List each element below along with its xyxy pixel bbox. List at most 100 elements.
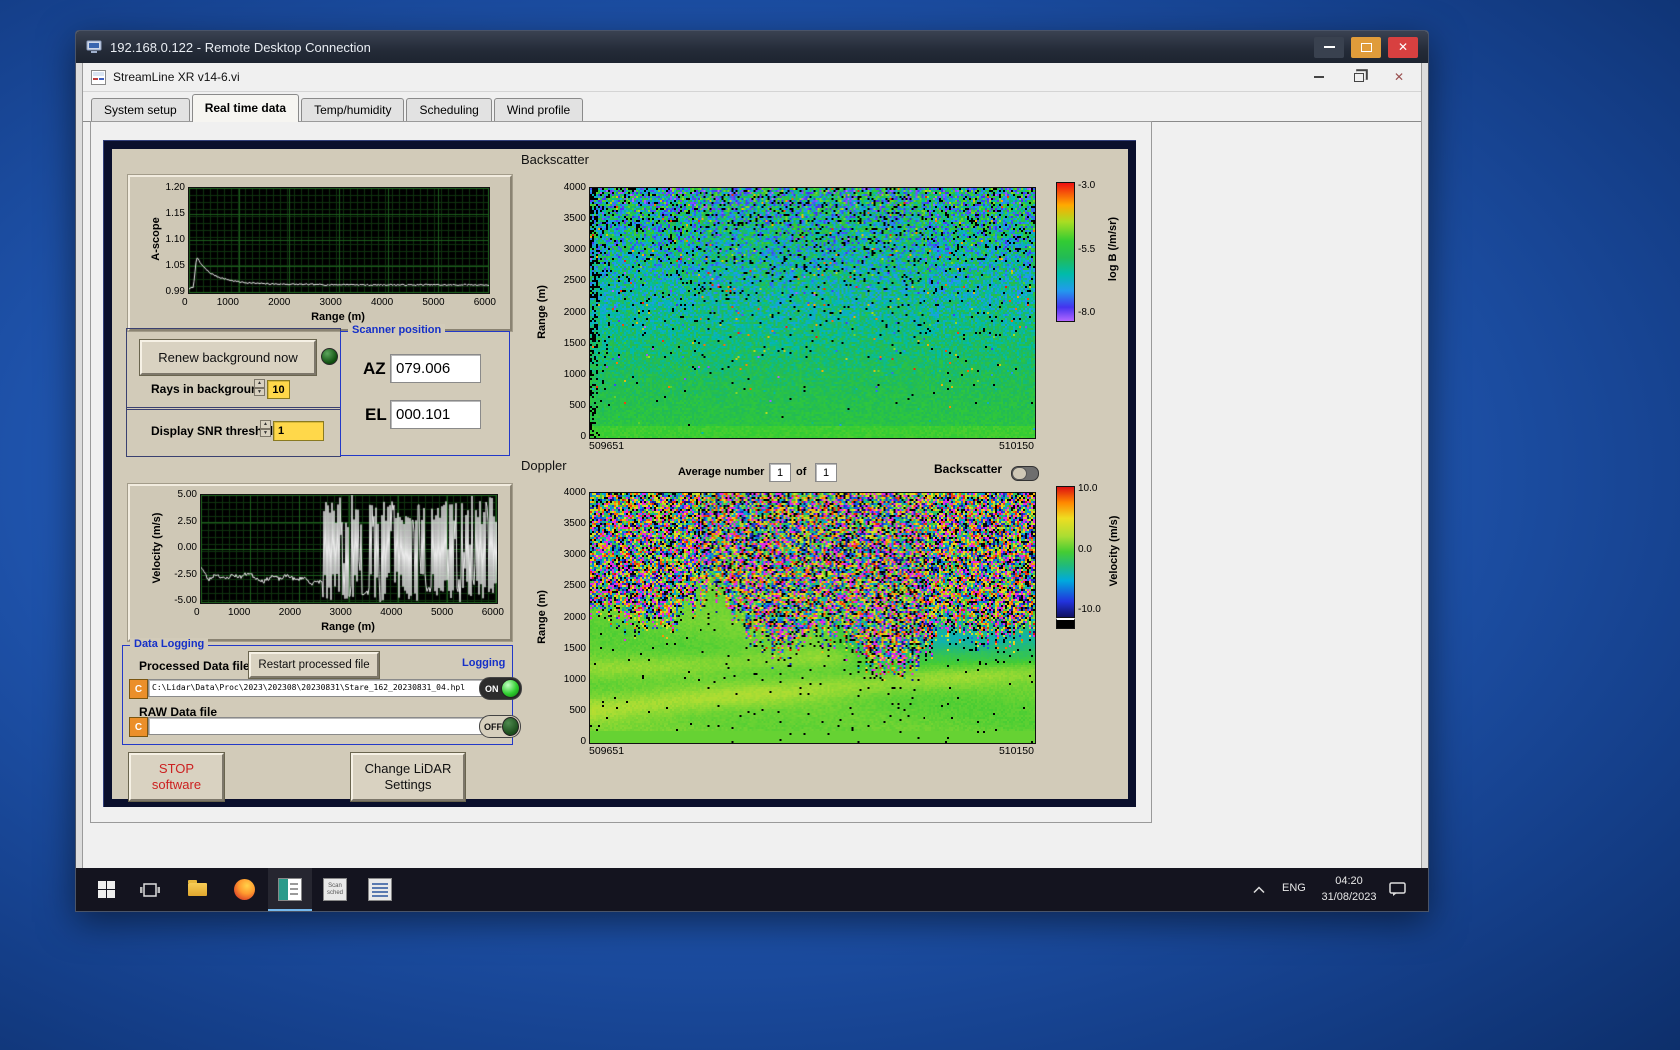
tick-label: 2000 [563,306,586,318]
app-minimize-button[interactable] [1305,67,1333,87]
rdp-window-controls [1307,36,1418,58]
taskbar: Scan sched ENG 04:20 31/08/2023 [76,868,1428,911]
folder-icon [187,880,207,896]
spinner-down-icon[interactable] [254,387,265,396]
rays-spinner [254,379,265,396]
text-editor-button[interactable] [358,868,402,911]
backscatter-colorbar [1056,182,1075,322]
processed-path-browse-button[interactable]: C [129,679,148,699]
processed-logging-toggle[interactable]: ON [479,677,522,700]
rdp-minimize-button[interactable] [1314,36,1344,58]
scan-schedule-button[interactable]: Scan sched [313,868,357,911]
backscatter-ylabel: Range (m) [536,285,548,339]
average-number-field[interactable]: 1 [769,463,791,482]
tick-label: 1.05 [165,260,185,271]
backscatter-yticks: 4000 3500 3000 2500 2000 1500 1000 500 0 [548,182,586,442]
tick-label: -8.0 [1078,307,1096,318]
ascope-xticks: 0 1000 2000 3000 4000 5000 6000 [182,297,496,308]
renew-background-led-icon [321,348,338,365]
restart-processed-file-button[interactable]: Restart processed file [249,652,379,678]
snr-threshold-field[interactable]: 1 [273,421,324,441]
tick-label: 5000 [422,297,445,308]
change-lidar-settings-button[interactable]: Change LiDAR Settings [351,753,465,801]
tick-label: 5.00 [177,489,197,500]
lidar-panel: A-scope 1.20 1.15 1.10 1.05 0.99 0 1000 2000 30… [112,149,1128,801]
tray-show-hidden-button[interactable] [1244,868,1274,911]
tab-wind-profile[interactable]: Wind profile [493,98,584,122]
tick-label: 6000 [481,607,504,618]
velocity-xticks: 0 1000 2000 3000 4000 5000 6000 [194,607,504,618]
rdp-titlebar[interactable]: 192.168.0.122 - Remote Desktop Connectio… [76,31,1428,63]
tab-system-setup[interactable]: System setup [91,98,190,122]
backscatter-x-start: 509651 [589,440,625,452]
renew-background-button[interactable]: Renew background now [140,340,316,375]
doppler-ylabel: Range (m) [536,590,548,644]
tab-scheduling[interactable]: Scheduling [406,98,492,122]
spinner-down-icon[interactable] [260,428,271,437]
average-total-field[interactable]: 1 [815,463,837,482]
stop-line1: STOP [158,761,195,776]
stop-software-button[interactable]: STOP software [129,753,224,801]
start-button[interactable] [84,868,128,911]
rdp-maximize-button[interactable] [1351,36,1381,58]
rays-in-background-field[interactable]: 10 [267,380,290,399]
tick-label: 3000 [563,244,586,256]
tick-label: 2500 [563,275,586,287]
tick-label: 1.10 [165,234,185,245]
tick-label: 4000 [380,607,403,618]
el-field[interactable]: 000.101 [390,400,481,429]
backscatter-toggle[interactable] [1011,466,1039,481]
raw-path-field[interactable] [148,717,484,735]
tick-label: 1000 [563,368,586,380]
app-restore-button[interactable] [1345,67,1373,87]
data-logging-title: Data Logging [130,638,209,650]
streamline-app-button[interactable] [268,868,312,911]
spinner-up-icon[interactable] [260,420,271,429]
raw-logging-state: OFF [484,721,502,732]
backscatter-heatmap [589,187,1036,439]
tick-label: 4000 [370,297,394,308]
rdp-title: 192.168.0.122 - Remote Desktop Connectio… [110,39,371,55]
backscatter-title: Backscatter [521,152,589,167]
change-line1: Change LiDAR [364,761,452,776]
scanner-position-title: Scanner position [348,324,446,336]
task-view-button[interactable] [128,868,172,911]
tab-temp-humidity[interactable]: Temp/humidity [301,98,405,122]
file-explorer-button[interactable] [175,868,219,911]
data-logging-group: Data Logging Processed Data file Restart… [122,638,522,745]
doppler-x-end: 510150 [998,745,1034,757]
app-titlebar[interactable]: StreamLine XR v14-6.vi [83,63,1421,92]
ascope-graph-frame: A-scope 1.20 1.15 1.10 1.05 0.99 0 1000 2000 30… [128,175,512,331]
firefox-button[interactable] [222,868,266,911]
chevron-up-icon [1253,885,1265,893]
ascope-yticks: 1.20 1.15 1.10 1.05 0.99 [148,182,185,297]
processed-path-field[interactable]: C:\Lidar\Data\Proc\2023\202308\20230831\… [148,679,484,697]
snr-control-box: Display SNR threshold 1 [126,407,341,457]
tick-label: 500 [569,399,586,411]
logging-label: Logging [462,657,506,669]
doppler-title: Doppler [521,458,567,473]
tray-language[interactable]: ENG [1282,882,1306,894]
doppler-colorbar-label: Velocity (m/s) [1108,515,1120,587]
action-center-button[interactable] [1378,868,1416,911]
doppler-x-start: 509651 [589,745,625,757]
raw-path-browse-button[interactable]: C [129,717,148,737]
tab-real-time-data[interactable]: Real time data [191,94,300,122]
app-close-button[interactable] [1385,67,1413,87]
backscatter-toggle-label: Backscatter [934,462,1003,476]
raw-logging-toggle[interactable]: OFF [479,715,521,738]
ascope-xlabel: Range (m) [311,311,365,323]
tick-label: 0.0 [1078,543,1092,555]
rdp-close-button[interactable] [1388,36,1418,58]
backscatter-colorbar-ticks: -3.0 -5.5 -8.0 [1078,180,1108,318]
rdp-computer-icon [86,40,102,53]
tick-label: 2.50 [177,515,197,527]
tick-label: 0 [182,297,188,308]
doppler-colorbar-undercolor [1056,618,1075,629]
scan-schedule-icon: Scan sched [323,878,347,901]
backscatter-x-end: 510150 [998,440,1034,452]
spinner-up-icon[interactable] [254,379,265,388]
tick-label: 1500 [563,642,586,654]
az-field[interactable]: 079.006 [390,354,481,383]
tray-clock[interactable]: 04:20 31/08/2023 [1314,873,1384,905]
